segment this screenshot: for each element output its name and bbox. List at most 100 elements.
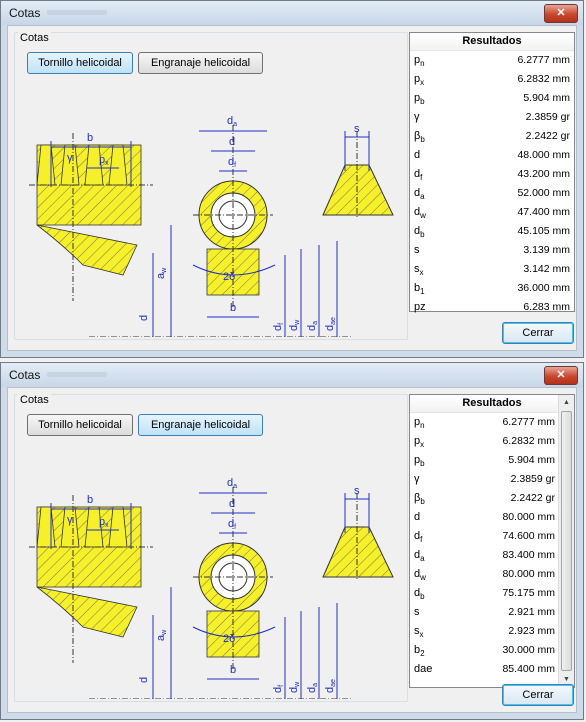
result-value: 43.200 mm xyxy=(517,168,570,180)
result-value: 3.139 mm xyxy=(523,244,570,256)
result-label-sub: f xyxy=(420,535,423,545)
label-df: df xyxy=(228,518,236,531)
result-row: pb 5.904 mm xyxy=(410,89,574,108)
results-scrollbar[interactable]: ▲ ▼ xyxy=(558,395,574,687)
result-label-sub: a xyxy=(420,192,425,202)
result-row: βb 2.2422 gr xyxy=(410,127,574,146)
result-label: γ xyxy=(414,111,420,123)
result-label: db xyxy=(414,587,425,601)
result-label: pn xyxy=(414,416,425,430)
result-label: dw xyxy=(414,206,426,220)
result-value: 74.600 mm xyxy=(502,530,555,542)
result-row: dw 47.400 mm xyxy=(410,203,574,222)
tab-gear-button[interactable]: Engranaje helicoidal xyxy=(138,52,263,74)
result-label-sub: x xyxy=(420,440,425,450)
label-dae-vertical: dae xyxy=(324,679,337,693)
result-row: γ 2.3859 gr xyxy=(410,470,574,489)
result-label-sub: b xyxy=(420,97,425,107)
result-label-sub: w xyxy=(420,573,426,583)
result-value: 80.000 mm xyxy=(502,511,555,523)
result-row: s 2.921 mm xyxy=(410,603,574,622)
result-label-sub: 2 xyxy=(420,649,425,659)
result-label: sx xyxy=(414,625,424,639)
result-value: 47.400 mm xyxy=(517,206,570,218)
result-label: px xyxy=(414,73,424,87)
result-row: sx 2.923 mm xyxy=(410,622,574,641)
label-da-vertical: da xyxy=(306,683,319,693)
label-df: df xyxy=(228,156,236,169)
result-row: df 43.200 mm xyxy=(410,165,574,184)
label-da-vertical: da xyxy=(306,321,319,331)
result-label-sub: b xyxy=(420,497,425,507)
result-row: pn 6.2777 mm xyxy=(410,51,574,70)
results-header: Resultados xyxy=(410,33,574,51)
result-value: 36.000 mm xyxy=(517,282,570,294)
label-df-vertical: df xyxy=(272,323,285,331)
label-b-bottom: b xyxy=(230,664,236,676)
result-label: df xyxy=(414,168,422,182)
group-label: Cotas xyxy=(18,394,51,406)
result-row: da 83.400 mm xyxy=(410,546,574,565)
group-label: Cotas xyxy=(18,32,51,44)
cotas-group: Cotas Tornillo helicoidal Engranaje heli… xyxy=(14,32,408,340)
result-value: 83.400 mm xyxy=(502,549,555,561)
results-panel: Resultados pn 6.2777 mm px 6.2832 mm pb 5.904… xyxy=(409,394,575,688)
dialog-window: Cotas ✕ Cotas Tornillo helicoidal Engran… xyxy=(0,0,584,358)
result-label: b1 xyxy=(414,282,425,296)
title-bar[interactable]: Cotas ✕ xyxy=(1,1,583,25)
tab-worm-button[interactable]: Tornillo helicoidal xyxy=(27,52,133,74)
close-button[interactable]: Cerrar xyxy=(502,684,574,706)
worm-drawing: b γ px xyxy=(29,494,153,663)
label-2delta: 2δ xyxy=(223,271,235,283)
scroll-up-arrow-icon[interactable]: ▲ xyxy=(559,395,574,410)
result-row: b1 36.000 mm xyxy=(410,279,574,298)
result-label-sub: b xyxy=(420,230,425,240)
label-da: da xyxy=(227,115,237,128)
label-b-top: b xyxy=(87,132,93,144)
label-b-top: b xyxy=(87,494,93,506)
result-label: sx xyxy=(414,263,424,277)
result-row: dae 85.400 mm xyxy=(410,660,574,679)
result-label-text: s xyxy=(414,606,420,618)
dialog-client: Cotas Tornillo helicoidal Engranaje heli… xyxy=(7,25,577,351)
result-label: px xyxy=(414,435,424,449)
result-label-text: dae xyxy=(414,663,433,675)
dialog-client: Cotas Tornillo helicoidal Engranaje heli… xyxy=(7,387,577,713)
scroll-thumb[interactable] xyxy=(561,411,572,671)
result-label-sub: b xyxy=(420,592,425,602)
title-blur xyxy=(47,372,107,377)
result-value: 30.000 mm xyxy=(502,644,555,656)
title-bar[interactable]: Cotas ✕ xyxy=(1,363,583,387)
result-label-sub: f xyxy=(420,173,423,183)
result-label: pz xyxy=(414,301,426,313)
results-header: Resultados xyxy=(410,395,574,413)
dimension-diagram: b γ px da d df 2δ b aw d df dw da dae s xyxy=(23,75,395,338)
label-d-vertical: d xyxy=(138,315,150,321)
window-title: Cotas xyxy=(9,368,41,382)
result-row: px 6.2832 mm xyxy=(410,432,574,451)
result-label: βb xyxy=(414,492,425,506)
close-button[interactable]: Cerrar xyxy=(502,322,574,344)
result-value: 80.000 mm xyxy=(502,568,555,580)
label-b-bottom: b xyxy=(230,302,236,314)
result-label: s xyxy=(414,244,420,256)
result-row: pz 6.283 mm xyxy=(410,298,574,317)
diagram-svg: b γ px da d df 2δ b aw d df dw da dae s xyxy=(29,115,394,338)
result-label-sub: x xyxy=(419,268,424,278)
result-value: 52.000 mm xyxy=(517,187,570,199)
tab-worm-button[interactable]: Tornillo helicoidal xyxy=(27,414,133,436)
close-window-button[interactable]: ✕ xyxy=(544,366,578,385)
result-value: 6.2777 mm xyxy=(517,54,570,66)
tab-gear-button[interactable]: Engranaje helicoidal xyxy=(138,414,263,436)
result-label: db xyxy=(414,225,425,239)
result-label-text: d xyxy=(414,149,421,161)
result-row: db 45.105 mm xyxy=(410,222,574,241)
label-df-vertical: df xyxy=(272,685,285,693)
result-value: 2.2422 gr xyxy=(525,130,570,142)
label-dw-vertical: dw xyxy=(288,681,301,693)
result-row: pb 5.904 mm xyxy=(410,451,574,470)
close-window-button[interactable]: ✕ xyxy=(544,4,578,23)
label-dw-vertical: dw xyxy=(288,319,301,331)
label-d: d xyxy=(229,498,235,510)
result-label-sub: b xyxy=(420,135,425,145)
